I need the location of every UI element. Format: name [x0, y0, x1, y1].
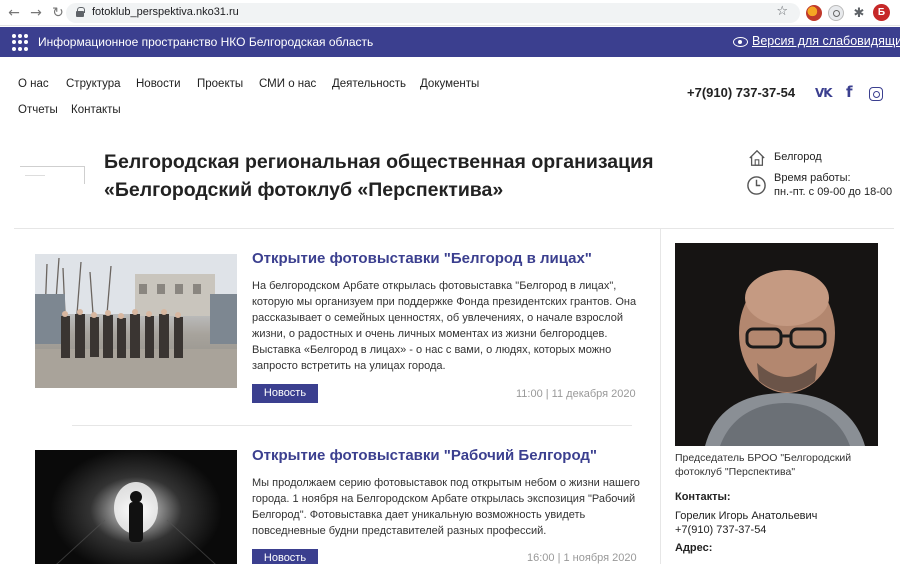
puzzle-extensions-icon[interactable]: ✱	[851, 5, 867, 21]
portal-title[interactable]: Информационное пространство НКО Белгород…	[38, 35, 373, 49]
eye-icon	[733, 37, 748, 47]
news-image-belgorod-faces[interactable]	[35, 254, 237, 388]
column-divider	[660, 229, 661, 564]
nav-item-documents[interactable]: Документы	[420, 78, 479, 90]
nav-item-activity[interactable]: Деятельность	[332, 78, 406, 90]
nav-item-projects[interactable]: Проекты	[197, 78, 243, 90]
facebook-icon[interactable]: f	[846, 83, 853, 101]
apps-grid-icon[interactable]	[12, 34, 29, 51]
reload-icon[interactable]: ↻	[50, 5, 66, 21]
low-vision-link[interactable]: Версия для слабовидящих	[752, 34, 900, 48]
portal-topbar: Информационное пространство НКО Белгород…	[0, 27, 900, 57]
lock-icon	[76, 7, 85, 17]
contact-person: Горелик Игорь Анатольевич	[675, 510, 818, 522]
nav-item-contacts[interactable]: Контакты	[71, 104, 121, 116]
news-date: 16:00 | 1 ноября 2020	[527, 552, 637, 564]
hours-text: пн.-пт. с 09-00 до 18-00	[774, 186, 893, 198]
news-excerpt: Мы продолжаем серию фотовыставок под отк…	[252, 477, 640, 537]
search-extension-icon[interactable]	[828, 5, 844, 21]
forward-arrow-icon[interactable]: →	[28, 5, 44, 21]
nav-item-reports[interactable]: Отчеты	[18, 104, 58, 116]
nav-item-structure[interactable]: Структура	[66, 78, 121, 90]
address-label: Адрес:	[675, 542, 713, 554]
nav-item-about[interactable]: О нас	[18, 78, 49, 90]
contact-phone[interactable]: +7(910) 737-37-54	[675, 524, 766, 536]
extension-icon[interactable]	[806, 5, 822, 21]
instagram-icon[interactable]	[869, 87, 883, 101]
city-text: Белгород	[774, 151, 822, 163]
news-badge[interactable]: Новость	[252, 549, 318, 564]
news-separator	[72, 425, 632, 426]
hours-label: Время работы:	[774, 172, 851, 184]
news-title-link[interactable]: Открытие фотовыставки "Белгород в лицах"	[252, 250, 592, 267]
contacts-label: Контакты:	[675, 491, 731, 503]
back-arrow-icon[interactable]: ←	[6, 5, 22, 21]
chairman-caption: Председатель БРОО "Белгородский фотоклуб…	[675, 452, 852, 478]
chairman-photo	[675, 243, 878, 446]
url-text[interactable]: fotoklub_perspektiva.nko31.ru	[92, 6, 239, 18]
news-badge[interactable]: Новость	[252, 384, 318, 403]
page-title: Белгородская региональная общественная о…	[104, 151, 654, 201]
profile-avatar[interactable]: Б	[873, 4, 890, 21]
news-title-link[interactable]: Открытие фотовыставки "Рабочий Белгород"	[252, 447, 597, 464]
home-icon	[748, 149, 766, 167]
divider	[14, 228, 894, 229]
address-bar[interactable]: fotoklub_perspektiva.nko31.ru ☆	[66, 3, 800, 23]
news-excerpt: На белгородском Арбате открылась фотовыс…	[252, 280, 637, 372]
news-image-working-belgorod[interactable]	[35, 450, 237, 564]
browser-toolbar: ← → ↻ fotoklub_perspektiva.nko31.ru ☆ ✱ …	[0, 0, 900, 26]
vk-icon[interactable]: VK	[815, 86, 833, 100]
news-date: 11:00 | 11 декабря 2020	[516, 388, 636, 400]
nav-item-news[interactable]: Новости	[136, 78, 181, 90]
clock-icon	[746, 175, 767, 196]
nav-item-media[interactable]: СМИ о нас	[259, 78, 316, 90]
bookmark-star-icon[interactable]: ☆	[776, 4, 788, 19]
header-phone[interactable]: +7(910) 737-37-54	[687, 85, 795, 100]
org-logo[interactable]	[20, 166, 85, 184]
